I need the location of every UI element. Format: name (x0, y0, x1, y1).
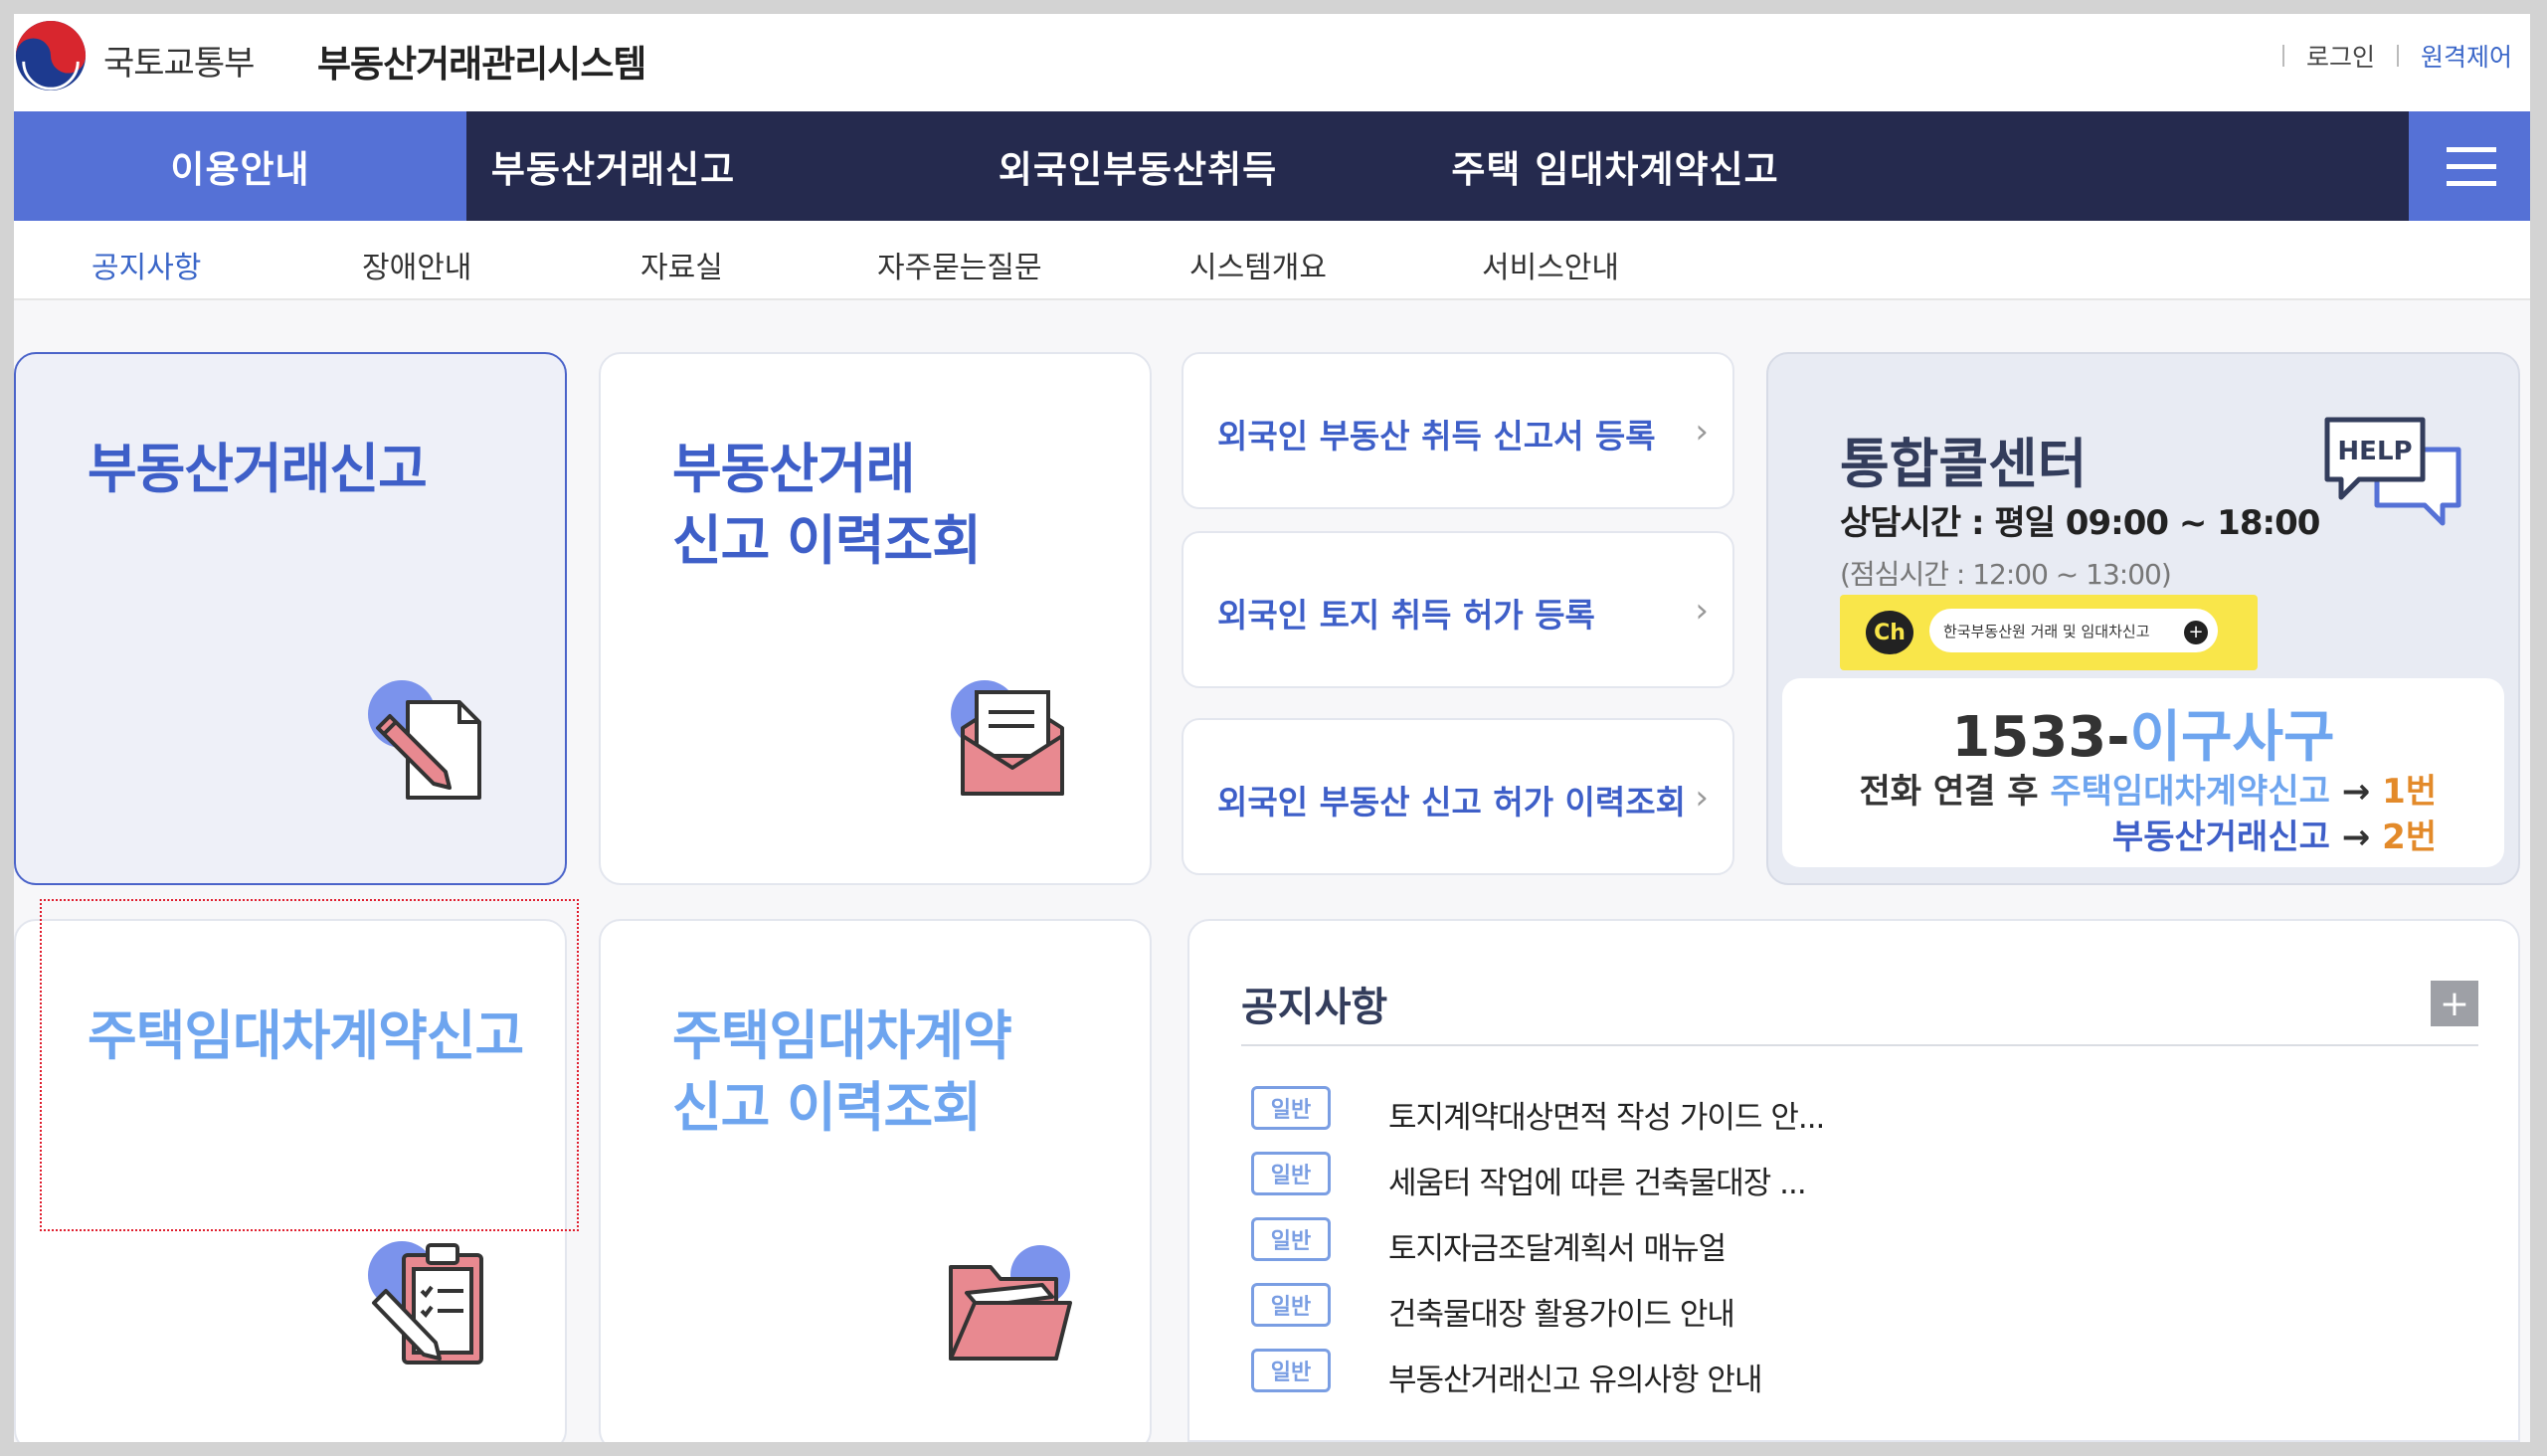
kakao-channel-button[interactable]: Ch 한국부동산원 거래 및 임대차신고 + (1840, 595, 2258, 670)
subnav-system-overview[interactable]: 시스템개요 (1189, 243, 1327, 286)
subnav-archive[interactable]: 자료실 (640, 243, 723, 286)
category-badge: 일반 (1251, 1283, 1331, 1327)
notice-item-title[interactable]: 부동산거래신고 유의사항 안내 (1388, 1355, 1762, 1399)
plus-icon[interactable]: + (2431, 981, 2478, 1026)
top-links: 로그인 원격제어 (2281, 38, 2512, 74)
divider (1241, 1044, 2478, 1046)
phone-info-box: 1533-이구사구 전화 연결 후 주택임대차계약신고 → 1번 부동산거래신고… (1782, 678, 2504, 867)
call-center-title: 통합콜센터 (1840, 433, 2088, 495)
notice-title: 공지사항 (1241, 985, 1388, 1030)
main-content: 부동산거래신고 부동산거래 신고 이력조회 외국인 부동산 취득 신고서 등록 … (14, 300, 2530, 1442)
card-deal-report[interactable]: 부동산거래신고 (14, 352, 567, 885)
call-center-hours: 상담시간 : 평일 09:00 ~ 18:00 (1840, 503, 2320, 543)
chevron-right-icon: › (1695, 591, 1709, 631)
top-header: 국토교통부 부동산거래관리시스템 로그인 원격제어 (14, 14, 2530, 111)
link-foreign-land-permit[interactable]: 외국인 토지 취득 허가 등록 › (1182, 531, 1734, 688)
call-center-phone[interactable]: 1533-이구사구 (1782, 692, 2504, 773)
category-badge: 일반 (1251, 1217, 1331, 1261)
phone-route-deal: 부동산거래신고 → 2번 (2111, 818, 2437, 857)
category-badge: 일반 (1251, 1349, 1331, 1392)
chevron-right-icon: › (1695, 412, 1709, 452)
card-title: 주택임대차계약 신고 이력조회 (672, 1004, 1012, 1139)
selection-highlight (40, 899, 579, 1231)
help-bubble-icon: HELP (2324, 417, 2461, 526)
notice-panel: 공지사항 + 일반 토지계약대상면적 작성 가이드 안... 일반 세움터 작업… (1187, 919, 2520, 1442)
link-foreign-history[interactable]: 외국인 부동산 신고 허가 이력조회 › (1182, 718, 1734, 875)
login-link[interactable]: 로그인 (2306, 38, 2375, 74)
chevron-right-icon: › (1695, 778, 1709, 818)
category-badge: 일반 (1251, 1152, 1331, 1195)
card-deal-history[interactable]: 부동산거래 신고 이력조회 (599, 352, 1152, 885)
divider (2396, 45, 2399, 67)
envelope-letter-icon (951, 680, 1064, 796)
notice-item-title[interactable]: 토지자금조달계획서 매뉴얼 (1388, 1223, 1727, 1268)
notice-item-title[interactable]: 토지계약대상면적 작성 가이드 안... (1388, 1092, 1825, 1137)
link-label: 외국인 부동산 신고 허가 이력조회 (1217, 783, 1686, 821)
notice-item-title[interactable]: 세움터 작업에 따른 건축물대장 ... (1388, 1158, 1807, 1202)
nav-tab-guide[interactable]: 이용안내 (14, 111, 466, 221)
phone-route-lease: 전화 연결 후 주택임대차계약신고 → 1번 (1859, 772, 2437, 812)
plus-icon: + (2184, 621, 2208, 644)
help-label: HELP (2337, 437, 2412, 466)
subnav-faq[interactable]: 자주묻는질문 (877, 243, 1042, 286)
link-label: 외국인 부동산 취득 신고서 등록 (1217, 417, 1656, 455)
remote-control-link[interactable]: 원격제어 (2421, 38, 2512, 74)
kakao-channel-label: 한국부동산원 거래 및 임대차신고 (1929, 609, 2218, 652)
subnav-notice[interactable]: 공지사항 (91, 243, 201, 286)
card-title: 부동산거래신고 (88, 438, 428, 500)
notice-item-title[interactable]: 건축물대장 활용가이드 안내 (1388, 1289, 1735, 1334)
hamburger-icon[interactable] (2409, 111, 2530, 221)
clipboard-pen-icon (368, 1241, 483, 1365)
folder-open-icon (949, 1245, 1072, 1361)
main-nav: 이용안내 부동산거래신고 외국인부동산취득 주택 임대차계약신고 (14, 111, 2530, 221)
card-title: 부동산거래 신고 이력조회 (672, 438, 982, 572)
nav-tab-deal-report[interactable]: 부동산거래신고 (466, 111, 760, 221)
nav-tab-lease-report[interactable]: 주택 임대차계약신고 (1406, 111, 1824, 221)
kakao-channel-icon: Ch (1866, 611, 1913, 654)
page: 국토교통부 부동산거래관리시스템 로그인 원격제어 이용안내 부동산거래신고 외… (14, 14, 2530, 1442)
subnav-outage[interactable]: 장애안내 (362, 243, 471, 286)
subnav-service-guide[interactable]: 서비스안내 (1482, 243, 1619, 286)
ministry-name[interactable]: 국토교통부 (103, 36, 255, 85)
nav-tab-foreign-acquisition[interactable]: 외국인부동산취득 (969, 111, 1307, 221)
document-pen-icon (368, 680, 481, 800)
call-center-lunch: (점심시간 : 12:00 ~ 13:00) (1840, 558, 2172, 591)
divider (2281, 45, 2284, 67)
card-lease-history[interactable]: 주택임대차계약 신고 이력조회 (599, 919, 1152, 1442)
link-label: 외국인 토지 취득 허가 등록 (1217, 596, 1595, 635)
system-name[interactable]: 부동산거래관리시스템 (317, 34, 646, 88)
call-center-panel: 통합콜센터 상담시간 : 평일 09:00 ~ 18:00 (점심시간 : 12… (1766, 352, 2520, 885)
category-badge: 일반 (1251, 1086, 1331, 1130)
sub-nav: 공지사항 장애안내 자료실 자주묻는질문 시스템개요 서비스안내 (14, 221, 2530, 300)
link-foreign-acquisition-register[interactable]: 외국인 부동산 취득 신고서 등록 › (1182, 352, 1734, 509)
government-emblem-logo[interactable] (14, 18, 88, 93)
